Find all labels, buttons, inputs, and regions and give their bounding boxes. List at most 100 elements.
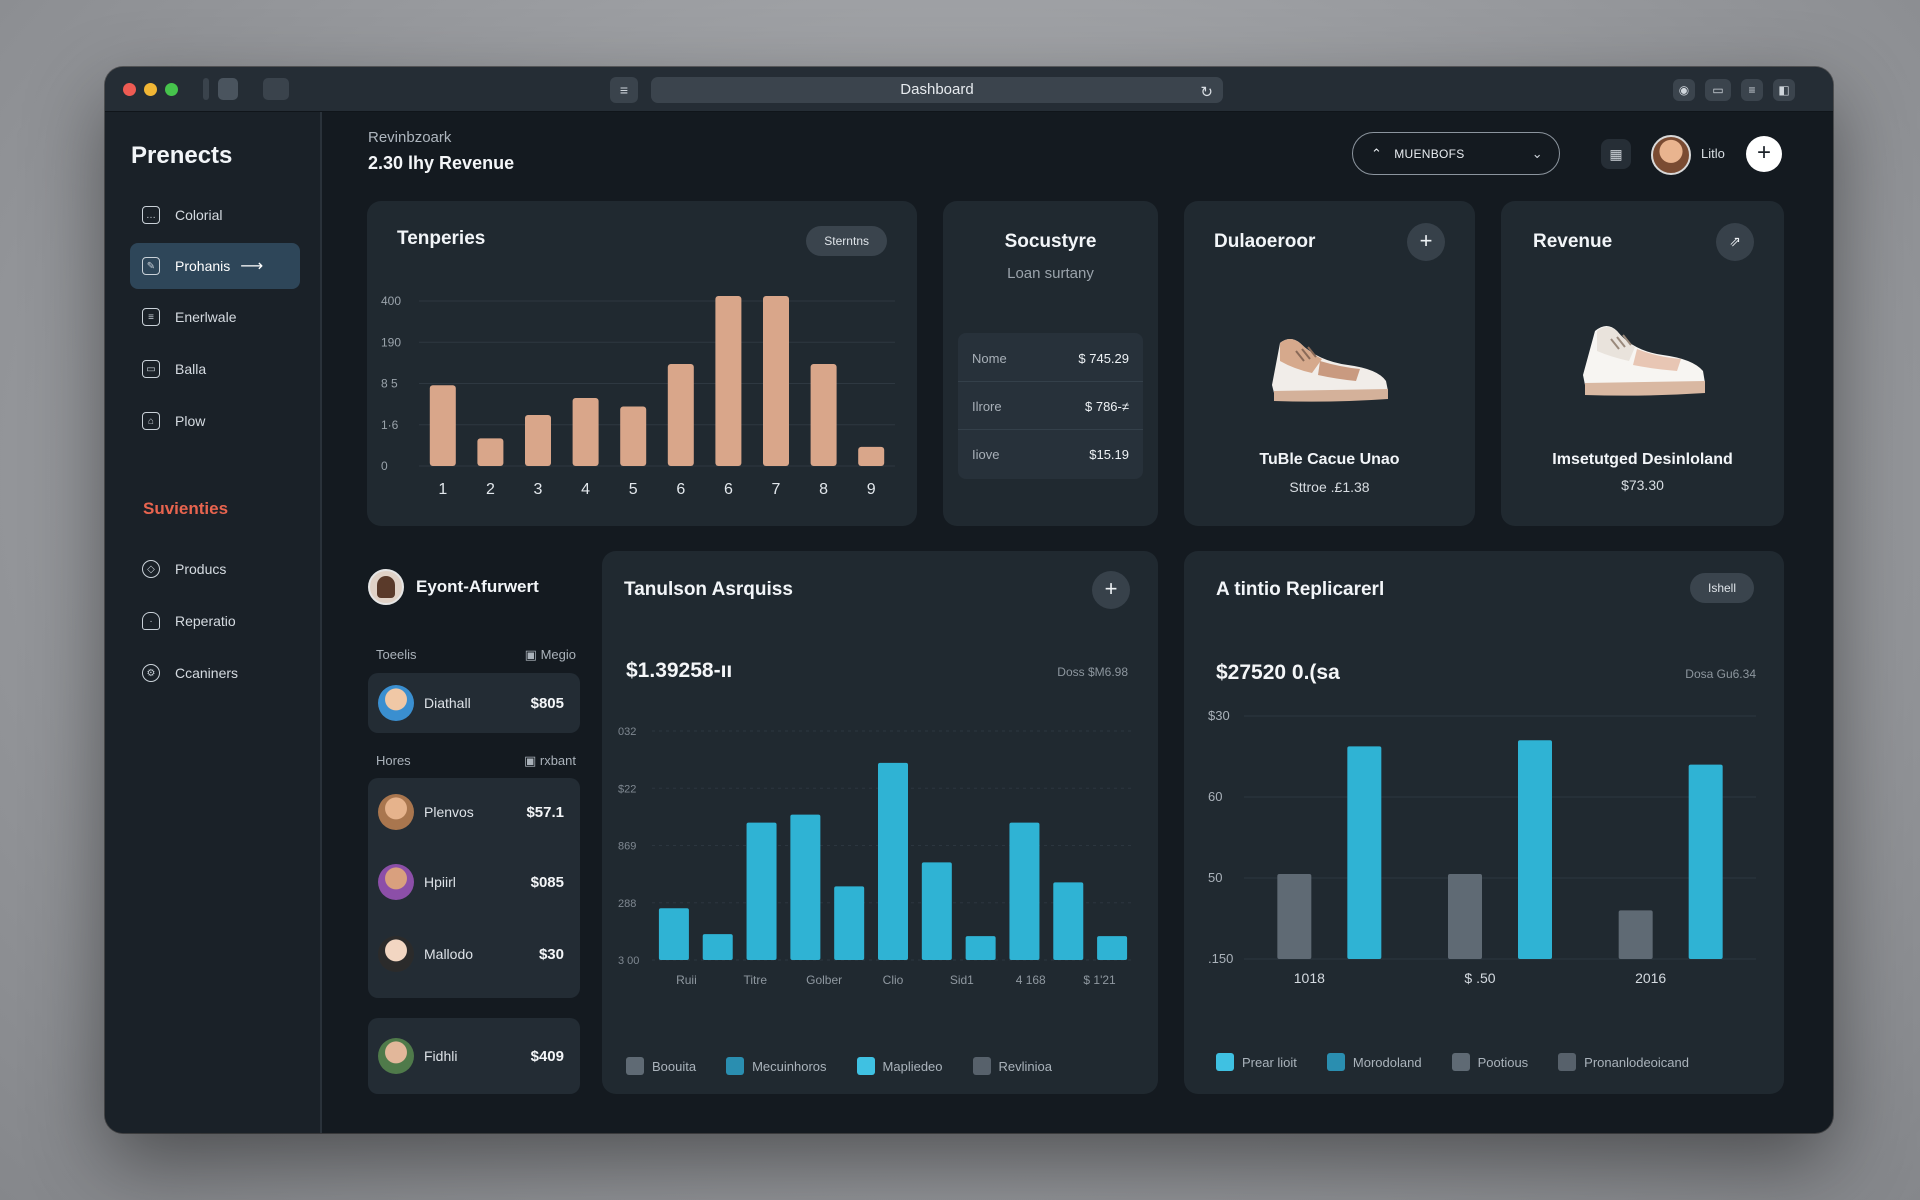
chart-legend: Boouita Mecuinhoros Mapliedeo Revlinioa bbox=[626, 1057, 1082, 1075]
product-price: Sttroe .£1.38 bbox=[1289, 479, 1370, 495]
product-card[interactable]: Dulaoeroor + TuBle Cacue Unao Sttroe .£1… bbox=[1184, 201, 1475, 526]
bar bbox=[1518, 740, 1552, 959]
legend-swatch bbox=[1216, 1053, 1234, 1071]
x-tick-label: Titre bbox=[744, 973, 768, 987]
x-tick-label: Golber bbox=[806, 973, 842, 987]
legend-item[interactable]: Boouita bbox=[626, 1057, 696, 1075]
legend-swatch bbox=[972, 1057, 991, 1075]
menu-icon[interactable]: ≡ bbox=[1741, 79, 1763, 101]
bar bbox=[477, 438, 504, 466]
avatar bbox=[378, 864, 414, 900]
tag-icon: ◇ bbox=[142, 560, 160, 578]
list-item[interactable]: Plenvos $57.1 bbox=[378, 794, 564, 830]
list-item-name: Plenvos bbox=[424, 804, 474, 820]
address-bar[interactable]: Dashboard ↻ bbox=[651, 77, 1223, 103]
bar bbox=[702, 934, 733, 960]
bar bbox=[620, 406, 647, 466]
divider bbox=[958, 429, 1143, 430]
add-button[interactable]: + bbox=[1746, 136, 1782, 172]
period-select-value: MUENBOFS bbox=[1394, 146, 1465, 161]
list-item-value: $805 bbox=[530, 694, 564, 712]
share-icon[interactable]: ⇗ bbox=[1716, 223, 1754, 261]
period-select[interactable]: ⌃ MUENBOFS ⌄ bbox=[1352, 132, 1560, 175]
chevron-down-icon: ⌄ bbox=[1531, 145, 1543, 161]
sidebar-item-label: Enerlwale bbox=[175, 309, 237, 325]
sidebar-item-colorial[interactable]: … Colorial bbox=[130, 192, 300, 238]
revenue-product-card[interactable]: Revenue ⇗ Imsetutged Desinloland $73.30 bbox=[1501, 201, 1784, 526]
sidebar-item-label: Balla bbox=[175, 361, 207, 377]
list-item-name: Fidhli bbox=[424, 1048, 458, 1064]
y-tick-label: 869 bbox=[618, 841, 636, 853]
divider bbox=[958, 381, 1143, 382]
bar bbox=[1618, 910, 1653, 959]
tabs-icon[interactable]: ◧ bbox=[1773, 79, 1795, 101]
sidebar-item-ccaniners[interactable]: ⚙ Ccaniners bbox=[130, 650, 300, 696]
user-avatar[interactable] bbox=[1651, 135, 1691, 175]
sidebar-item-reperatio[interactable]: · Reperatio bbox=[130, 598, 300, 644]
maximize-window-button[interactable] bbox=[165, 83, 178, 96]
y-tick-label: 60 bbox=[1208, 789, 1222, 804]
filter-icon[interactable]: ≡ bbox=[610, 77, 638, 103]
bar bbox=[878, 762, 908, 960]
sidebar-toggle-icon[interactable] bbox=[263, 78, 289, 100]
summary-value: $15.19 bbox=[1089, 447, 1129, 462]
legend-item[interactable]: Mecuinhoros bbox=[726, 1057, 827, 1075]
share-icon[interactable]: ▭ bbox=[1705, 79, 1731, 101]
add-icon[interactable]: + bbox=[1407, 223, 1445, 261]
summary-row: Nome $ 745.29 bbox=[972, 351, 1129, 366]
legend-label: Prear lioit bbox=[1242, 1054, 1297, 1070]
x-tick-label: 6 bbox=[676, 481, 685, 498]
sidebar-item-enerlwale[interactable]: ≡ Enerlwale bbox=[130, 294, 300, 340]
minimize-window-button[interactable] bbox=[144, 83, 157, 96]
legend-item[interactable]: Prear lioit bbox=[1216, 1053, 1297, 1071]
tab-icon[interactable] bbox=[218, 78, 238, 100]
x-tick-label: 4 168 bbox=[1016, 973, 1046, 987]
home-icon: ⌂ bbox=[142, 412, 160, 430]
y-tick-label: 50 bbox=[1208, 870, 1222, 885]
legend-label: Revlinioa bbox=[998, 1058, 1053, 1074]
chevron-up-icon: ⌃ bbox=[1371, 145, 1383, 161]
legend-item[interactable]: Morodoland bbox=[1326, 1053, 1422, 1071]
sidebar-item-plow[interactable]: ⌂ Plow bbox=[130, 398, 300, 444]
sidebar-item-producs[interactable]: ◇ Producs bbox=[130, 546, 300, 592]
x-tick-label: 5 bbox=[629, 481, 638, 498]
legend-item[interactable]: Revlinioa bbox=[972, 1057, 1053, 1075]
list-item[interactable]: Hpiirl $085 bbox=[378, 864, 564, 900]
bar bbox=[658, 908, 689, 960]
chart-legend: Prear lioit Morodoland Pootious Pronanlo… bbox=[1216, 1053, 1719, 1071]
chat-icon: … bbox=[142, 206, 160, 224]
bar bbox=[746, 822, 777, 960]
sidebar-item-balla[interactable]: ▭ Balla bbox=[130, 346, 300, 392]
section-right: ▣ rxbant bbox=[524, 753, 576, 769]
legend-item[interactable]: Pronanlodeoicand bbox=[1558, 1053, 1689, 1071]
x-tick-label: Sid1 bbox=[950, 973, 974, 987]
list-item[interactable]: Fidhli $409 bbox=[378, 1038, 564, 1074]
replicarel-card: A tintio Replicarerl Ishell $27520 0.(sa… bbox=[1184, 551, 1784, 1094]
bar bbox=[1097, 936, 1128, 960]
close-window-button[interactable] bbox=[123, 83, 136, 96]
x-tick-label: 1 bbox=[438, 481, 447, 498]
y-tick-label: 8 5 bbox=[381, 377, 398, 391]
bar bbox=[667, 364, 694, 466]
x-tick-label: 3 bbox=[534, 481, 543, 498]
reload-icon[interactable]: ↻ bbox=[1200, 80, 1213, 106]
calendar-icon[interactable]: ▦ bbox=[1601, 139, 1631, 169]
temperies-card: Tenperies Sterntns 0 1·6 8 5 190 400 1 2 3 4 5 6 6 7… bbox=[367, 201, 917, 526]
list-item[interactable]: Diathall $805 bbox=[378, 685, 564, 721]
transactions-card: Tanulson Asrquiss + $1.39258-ıı Doss $M6… bbox=[602, 551, 1158, 1094]
event-card: Diathall $805 bbox=[368, 673, 580, 733]
summary-row: Ilrore $ 786-≠ bbox=[972, 399, 1129, 414]
card-title: Socustyre bbox=[1004, 231, 1097, 252]
sidebar-item-label: Plow bbox=[175, 413, 206, 429]
avatar bbox=[378, 1038, 414, 1074]
event-card: Plenvos $57.1 Hpiirl $085 Mallodo $30 bbox=[368, 778, 580, 998]
sidebar-item-label: Colorial bbox=[175, 207, 223, 223]
x-tick-label: 2016 bbox=[1635, 970, 1666, 986]
legend-item[interactable]: Pootious bbox=[1451, 1053, 1528, 1071]
bar bbox=[1347, 746, 1382, 959]
sidebar-item-prohanis[interactable]: ✎ Prohanis ⟶ bbox=[130, 243, 300, 289]
list-item[interactable]: Mallodo $30 bbox=[378, 936, 564, 972]
shield-icon[interactable]: ◉ bbox=[1673, 79, 1695, 101]
legend-item[interactable]: Mapliedeo bbox=[856, 1057, 943, 1075]
list-item-name: Diathall bbox=[424, 695, 471, 711]
